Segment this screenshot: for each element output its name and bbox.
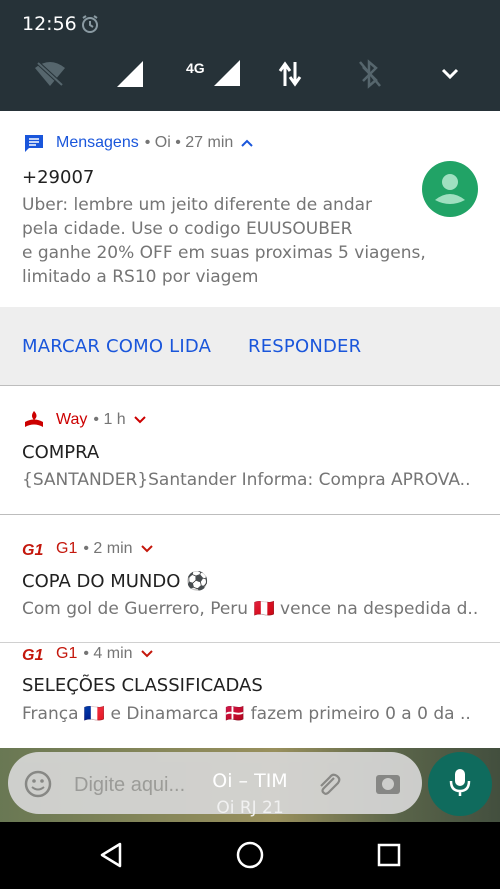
notification-header[interactable]: Way • 1 h [22,410,146,430]
contact-avatar [422,161,478,217]
notification-actions: MARCAR COMO LIDA RESPONDER [0,307,500,385]
status-time: 12:56 [22,13,77,35]
g1-app-icon: G1 [22,539,46,559]
messages-app-icon [22,133,46,153]
app-name: G1 [56,645,78,662]
notification-title: COPA DO MUNDO ⚽ [22,571,209,592]
notification-title: +29007 [22,167,95,188]
data-transfer-icon[interactable] [268,52,312,96]
notification-body: França 🇫🇷 e Dinamarca 🇩🇰 fazem primeiro … [22,704,471,724]
back-icon[interactable] [94,838,128,872]
notification-header[interactable]: G1 G1 • 4 min [22,644,153,664]
notification-body-line: pela cidade. Use o codigo EUUSOUBER [22,219,353,239]
chevron-down-icon[interactable] [140,645,153,663]
expand-icon[interactable] [428,52,472,96]
notification-way[interactable]: Way • 1 h COMPRA {SANTANDER}Santander In… [0,386,500,514]
home-icon[interactable] [233,838,267,872]
alarm-icon [80,14,100,34]
app-name: Way [56,411,88,428]
notification-g1-selecoes[interactable]: G1 G1 • 4 min SELEÇÕES CLASSIFICADAS Fra… [0,643,500,748]
mark-as-read-button[interactable]: MARCAR COMO LIDA [22,336,211,357]
recents-icon[interactable] [372,838,406,872]
notification-body: {SANTANDER}Santander Informa: Compra APR… [22,470,471,490]
notification-body-line: Uber: lembre um jeito diferente de andar [22,195,373,215]
navigation-bar [0,822,500,889]
signal-icon[interactable] [108,52,152,96]
chevron-down-icon[interactable] [140,540,153,558]
quick-settings-header: 12:56 4G [0,0,500,111]
svg-text:G1: G1 [22,647,43,662]
notification-g1-copa[interactable]: G1 G1 • 2 min COPA DO MUNDO ⚽ Com gol de… [0,515,500,642]
notification-body: Com gol de Guerrero, Peru 🇵🇪 vence na de… [22,599,479,619]
chevron-up-icon[interactable] [241,134,253,152]
notification-header[interactable]: Mensagens • Oi • 27 min [22,133,253,153]
chevron-down-icon[interactable] [133,411,146,429]
notification-meta: • 1 h [93,411,126,428]
network-label: 4G [186,60,205,76]
notification-meta: • Oi • 27 min [144,134,234,151]
bluetooth-off-icon[interactable] [348,52,392,96]
notification-header[interactable]: G1 G1 • 2 min [22,539,153,559]
carrier-sub: Oi RJ 21 [216,798,284,818]
notification-body-line: limitado a RS10 por viagem [22,267,259,287]
carrier-name: Oi – TIM [212,770,288,792]
notification-title: SELEÇÕES CLASSIFICADAS [22,675,263,696]
svg-text:G1: G1 [22,542,43,557]
g1-app-icon: G1 [22,644,46,664]
santander-flame-icon [22,410,46,430]
notification-meta: • 4 min [83,645,133,662]
signal-4g-icon[interactable]: 4G [180,52,244,96]
notification-title: COMPRA [22,442,100,463]
notification-body-line: e ganhe 20% OFF em suas proximas 5 viage… [22,243,426,263]
reply-button[interactable]: RESPONDER [248,336,361,357]
wifi-off-icon[interactable] [28,52,72,96]
app-name: Mensagens [56,134,139,151]
notification-meta: • 2 min [83,540,133,557]
app-name: G1 [56,540,78,557]
